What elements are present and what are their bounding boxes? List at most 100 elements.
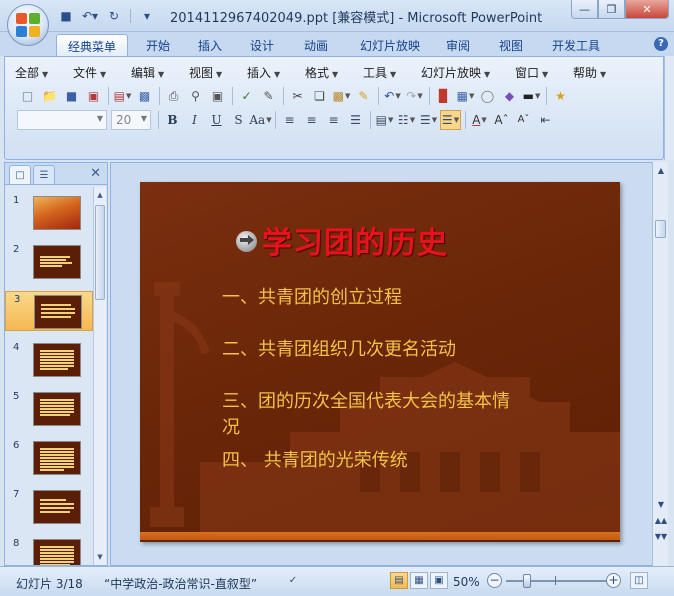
fit-to-window-icon[interactable]: ◫ <box>630 572 648 589</box>
align-left-icon[interactable]: ≡ <box>279 110 300 130</box>
office-button[interactable] <box>7 4 49 46</box>
menu-format[interactable]: 格式 ▼ <box>305 64 363 82</box>
zoom-out-icon[interactable]: − <box>487 573 502 588</box>
next-slide-icon[interactable]: ▼▼ <box>654 532 668 541</box>
menu-all[interactable]: 全部 ▼ <box>15 64 73 82</box>
zoom-level[interactable]: 50% <box>453 575 480 589</box>
tab-insert[interactable]: 插入 <box>188 34 232 56</box>
research-icon[interactable]: ▣ <box>207 86 228 106</box>
normal-view-icon[interactable]: ▤ <box>390 572 408 589</box>
slide-thumbnail[interactable]: 7 <box>5 487 93 527</box>
format-painter-icon[interactable]: ✎ <box>353 86 374 106</box>
customize-icon[interactable]: ▾ <box>137 7 157 25</box>
thumbnail-scrollbar[interactable]: ▲ ▼ <box>93 187 106 565</box>
slide-thumbnail[interactable]: 5 <box>5 389 93 429</box>
undo-icon[interactable]: ↶▾ <box>80 7 100 25</box>
color-icon[interactable]: ◆ <box>499 86 520 106</box>
menu-slideshow[interactable]: 幻灯片放映 ▼ <box>421 64 515 82</box>
bold-icon[interactable]: B <box>162 110 183 130</box>
slide-thumbnail[interactable]: 6 <box>5 438 93 478</box>
spell-check-icon[interactable]: ✓ <box>282 572 304 589</box>
slide-item-1[interactable]: 一、共青团的创立过程 <box>222 285 542 311</box>
printer-icon[interactable]: ⎙ <box>163 86 184 106</box>
align-right-icon[interactable]: ≡ <box>323 110 344 130</box>
print-preview-icon[interactable]: ▤ ▼ <box>112 86 133 106</box>
zoom-slider-knob[interactable] <box>523 574 531 588</box>
restore-icon[interactable]: ❐ <box>598 0 625 19</box>
permission-icon[interactable]: ▣ <box>83 86 104 106</box>
table-icon[interactable]: ▦ ▼ <box>455 86 476 106</box>
copy-icon[interactable]: ❏ <box>309 86 330 106</box>
chart-icon[interactable]: ▉ <box>433 86 454 106</box>
grow-font-icon[interactable]: Aˆ <box>491 110 512 130</box>
scroll-up-icon[interactable]: ▲ <box>94 189 106 201</box>
slide-thumbnail[interactable]: 4 <box>5 340 93 380</box>
menu-window[interactable]: 窗口 ▼ <box>515 64 573 82</box>
undo-icon[interactable]: ↶ ▼ <box>382 86 403 106</box>
close-panel-icon[interactable]: ✕ <box>90 166 101 181</box>
slide-item-4[interactable]: 四、 共青团的光荣传统 <box>222 448 542 474</box>
scroll-thumb[interactable] <box>655 220 666 238</box>
tab-classic-menu[interactable]: 经典菜单 <box>56 34 128 56</box>
scroll-thumb[interactable] <box>95 205 105 300</box>
slide-sorter-icon[interactable]: ▦ <box>410 572 428 589</box>
fill-icon[interactable]: ▬ ▼ <box>521 86 542 106</box>
current-slide[interactable]: 学习团的历史 一、共青团的创立过程 二、共青团组织几次更名活动 三、团的历次全国… <box>140 182 620 542</box>
open-icon[interactable]: 📁 <box>39 86 60 106</box>
decrease-indent-icon[interactable]: ⇤ <box>535 110 556 130</box>
minimize-icon[interactable]: — <box>571 0 598 19</box>
slides-tab-icon[interactable]: □ <box>9 165 31 184</box>
italic-icon[interactable]: I <box>184 110 205 130</box>
slide-title[interactable]: 学习团的历史 <box>262 218 448 262</box>
save-icon[interactable]: ■ <box>56 7 76 25</box>
zoom-in-icon[interactable]: + <box>606 573 621 588</box>
numbering-icon[interactable]: ☰ ▼ <box>418 110 439 130</box>
help-icon[interactable]: ? <box>654 37 668 51</box>
magnifier-icon[interactable]: ⚲ <box>185 86 206 106</box>
close-icon[interactable]: ✕ <box>625 0 669 19</box>
tab-slideshow[interactable]: 幻灯片放映 <box>350 34 430 56</box>
slide-scrollbar[interactable]: ▲ ▼ ▲▲ ▼▼ <box>652 162 668 566</box>
font-size-select[interactable]: 20 ▼ <box>111 110 151 130</box>
align-center-icon[interactable]: ≡ <box>301 110 322 130</box>
menu-file[interactable]: 文件 ▼ <box>73 64 131 82</box>
justify-icon[interactable]: ☰ <box>345 110 366 130</box>
translate-icon[interactable]: ✎ <box>258 86 279 106</box>
cut-icon[interactable]: ✂ <box>287 86 308 106</box>
scroll-up-icon[interactable]: ▲ <box>654 166 668 175</box>
tab-design[interactable]: 设计 <box>240 34 284 56</box>
shadow-icon[interactable]: S <box>228 110 249 130</box>
tab-home[interactable]: 开始 <box>136 34 180 56</box>
tab-developer[interactable]: 开发工具 <box>544 34 608 56</box>
font-color-icon[interactable]: A ▼ <box>469 110 490 130</box>
slide-item-2[interactable]: 二、共青团组织几次更名活动 <box>222 337 542 363</box>
zoom-slider-track[interactable] <box>506 580 606 582</box>
redo-icon[interactable]: ↷ ▼ <box>404 86 425 106</box>
paste-icon[interactable]: ▩ ▼ <box>331 86 352 106</box>
font-name-select[interactable]: ▼ <box>17 110 107 130</box>
save-icon[interactable]: ■ <box>61 86 82 106</box>
underline-icon[interactable]: U <box>206 110 227 130</box>
menu-insert[interactable]: 插入 ▼ <box>247 64 305 82</box>
slide-item-3[interactable]: 三、团的历次全国代表大会的基本情况 <box>222 389 522 441</box>
previous-slide-icon[interactable]: ▲▲ <box>654 516 668 525</box>
tab-review[interactable]: 审阅 <box>438 34 478 56</box>
slide-thumbnail[interactable]: 1 <box>5 193 93 233</box>
scroll-down-icon[interactable]: ▼ <box>654 500 668 509</box>
columns-icon[interactable]: ▤ ▼ <box>374 110 395 130</box>
print-icon[interactable]: ▩ <box>134 86 155 106</box>
slide-thumbnail[interactable]: 2 <box>5 242 93 282</box>
menu-view[interactable]: 视图 ▼ <box>189 64 247 82</box>
text-direction-icon[interactable]: ☷ ▼ <box>396 110 417 130</box>
scroll-down-icon[interactable]: ▼ <box>94 551 106 563</box>
new-icon[interactable]: □ <box>17 86 38 106</box>
menu-help[interactable]: 帮助 ▼ <box>573 64 623 82</box>
shrink-font-icon[interactable]: Aˇ <box>513 110 534 130</box>
bullets-icon[interactable]: ☰ ▼ <box>440 110 461 130</box>
grayscale-icon[interactable]: ◯ <box>477 86 498 106</box>
redo-icon[interactable]: ↻ <box>104 7 124 25</box>
menu-tools[interactable]: 工具 ▼ <box>363 64 421 82</box>
menu-edit[interactable]: 编辑 ▼ <box>131 64 189 82</box>
tab-animation[interactable]: 动画 <box>294 34 338 56</box>
slide-thumbnail[interactable]: 8 <box>5 536 93 565</box>
